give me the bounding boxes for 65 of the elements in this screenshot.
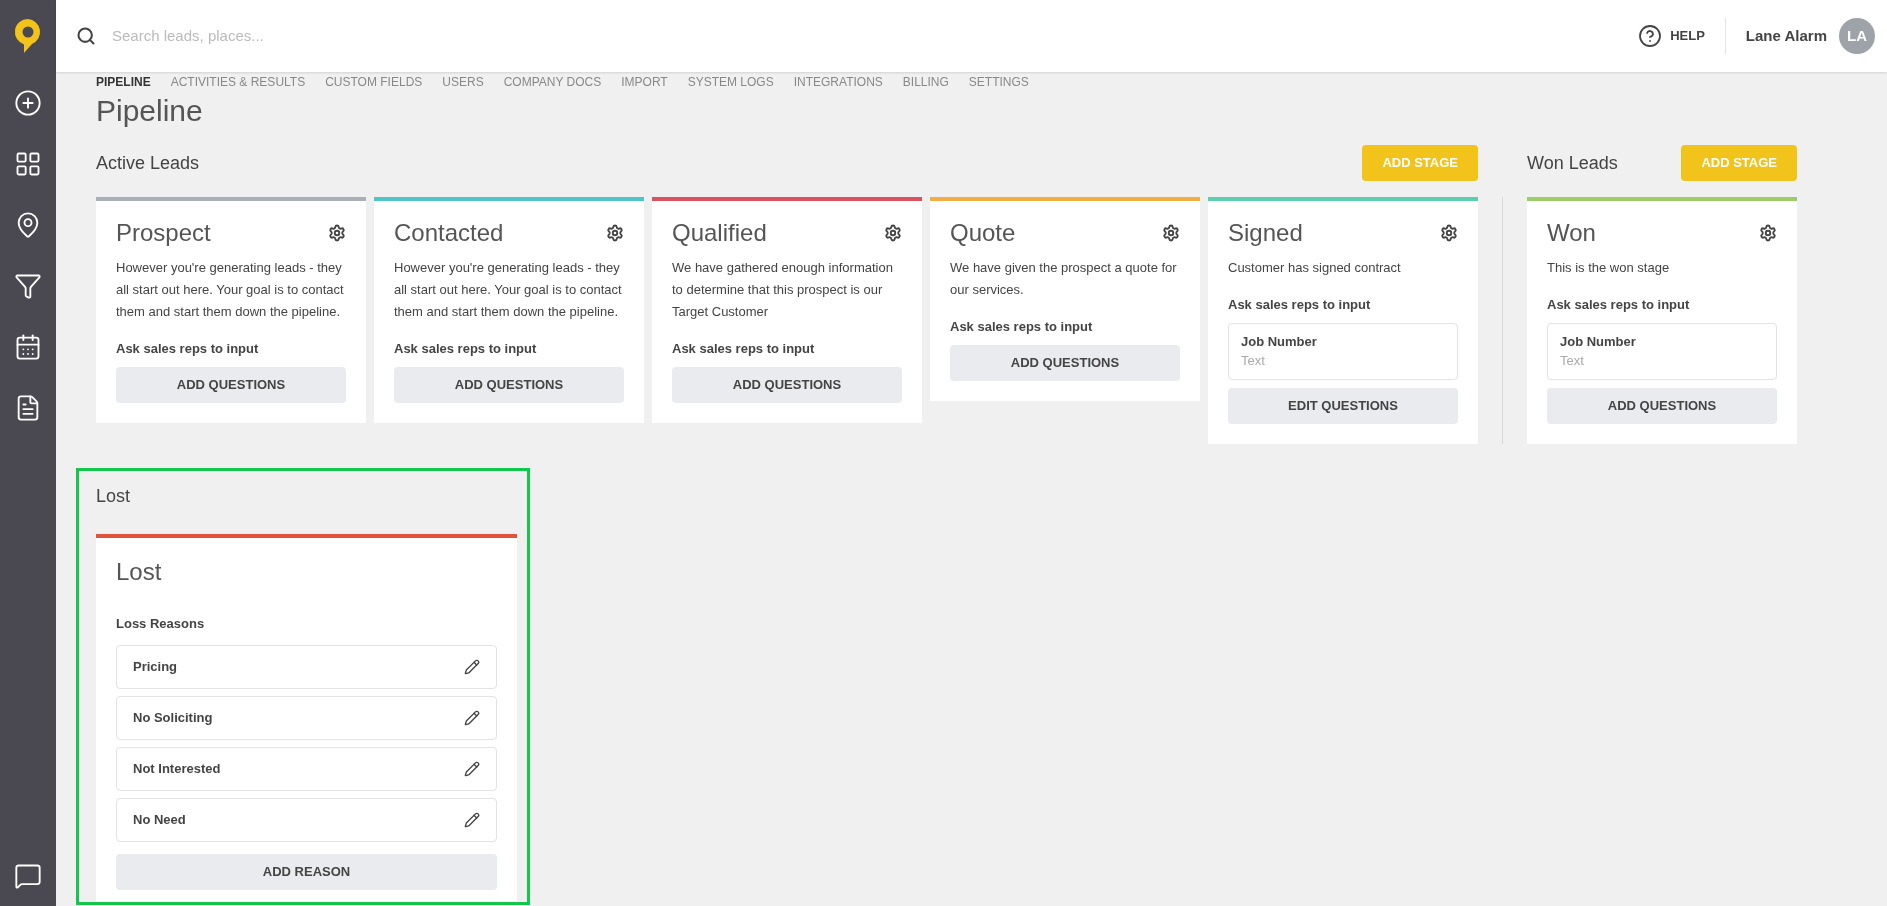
- settings-icon[interactable]: [1162, 224, 1180, 242]
- section-title: Won Leads: [1527, 151, 1618, 175]
- question-label: Job Number: [1560, 332, 1637, 351]
- edit-icon[interactable]: [464, 710, 480, 726]
- nav-tab[interactable]: PIPELINE: [96, 76, 151, 88]
- stage-description: However you're generating leads - they all start out here. Your goal is to contact them and start them down the pipeline.: [394, 259, 623, 321]
- input-prompt: Ask sales reps to input: [116, 340, 260, 358]
- reason-row[interactable]: Pricing: [116, 645, 497, 689]
- edit-icon[interactable]: [464, 812, 480, 828]
- input-prompt: Ask sales reps to input: [394, 340, 538, 358]
- stage-title: Qualified: [672, 218, 767, 248]
- user-name[interactable]: Lane Alarm: [1745, 24, 1827, 48]
- question-field[interactable]: Job Number Text: [1547, 322, 1777, 380]
- stage-title: Prospect: [116, 218, 211, 248]
- question-placeholder: Text: [1241, 352, 1266, 370]
- questions-button[interactable]: ADD QUESTIONS: [950, 344, 1180, 381]
- logo-icon[interactable]: [13, 17, 43, 55]
- stage-title: Won: [1547, 218, 1596, 248]
- settings-icon[interactable]: [606, 224, 624, 242]
- questions-button[interactable]: ADD QUESTIONS: [672, 366, 902, 403]
- section-title: Lost: [96, 484, 132, 508]
- add-reason-button[interactable]: ADD REASON: [116, 854, 497, 890]
- stage-title: Lost: [116, 556, 163, 587]
- reasons-label: Loss Reasons: [116, 614, 206, 633]
- questions-button[interactable]: ADD QUESTIONS: [1547, 387, 1777, 424]
- settings-icon[interactable]: [884, 224, 902, 242]
- reason-row[interactable]: Not Interested: [116, 747, 497, 791]
- reason-label: Not Interested: [133, 760, 221, 779]
- page-title: Pipeline: [96, 93, 204, 129]
- stage-title: Quote: [950, 218, 1016, 248]
- questions-button[interactable]: ADD QUESTIONS: [394, 366, 624, 403]
- settings-icon[interactable]: [1440, 224, 1458, 242]
- reason-label: No Need: [133, 811, 186, 830]
- question-placeholder: Text: [1560, 352, 1585, 370]
- input-prompt: Ask sales reps to input: [1547, 296, 1691, 314]
- section-title: Active Leads: [96, 151, 200, 175]
- input-prompt: Ask sales reps to input: [1228, 296, 1372, 314]
- search-icon: [76, 26, 96, 46]
- stage-description: However you're generating leads - they all start out here. Your goal is to contact them and start them down the pipeline.: [116, 259, 345, 321]
- questions-button[interactable]: ADD QUESTIONS: [116, 366, 346, 403]
- calendar-icon[interactable]: [14, 332, 42, 361]
- stage-description: Customer has signed contract: [1228, 259, 1402, 277]
- question-label: Job Number: [1241, 332, 1318, 351]
- settings-icon[interactable]: [1759, 224, 1777, 242]
- stage-description: We have given the prospect a quote for our services.: [950, 259, 1178, 299]
- edit-icon[interactable]: [464, 659, 480, 675]
- add-icon[interactable]: [14, 88, 42, 117]
- input-prompt: Ask sales reps to input: [950, 318, 1094, 336]
- chat-icon[interactable]: [14, 862, 42, 890]
- edit-icon[interactable]: [464, 761, 480, 777]
- stage-title: Signed: [1228, 218, 1303, 248]
- settings-icon[interactable]: [328, 224, 346, 242]
- reason-label: No Soliciting: [133, 709, 213, 728]
- reason-label: Pricing: [133, 658, 178, 677]
- help-link[interactable]: HELP: [1670, 26, 1705, 46]
- help-icon[interactable]: [1638, 24, 1663, 48]
- stage-description: We have gathered enough information to determine that this prospect is our Target Customer: [672, 259, 894, 321]
- stage-description: This is the won stage: [1547, 259, 1671, 277]
- stage-title: Contacted: [394, 218, 504, 248]
- questions-button[interactable]: EDIT QUESTIONS: [1228, 387, 1458, 424]
- question-field[interactable]: Job Number Text: [1228, 322, 1458, 380]
- reason-row[interactable]: No Need: [116, 798, 497, 842]
- input-prompt: Ask sales reps to input: [672, 340, 816, 358]
- reason-row[interactable]: No Soliciting: [116, 696, 497, 740]
- search-field[interactable]: Search leads, places...: [112, 24, 612, 48]
